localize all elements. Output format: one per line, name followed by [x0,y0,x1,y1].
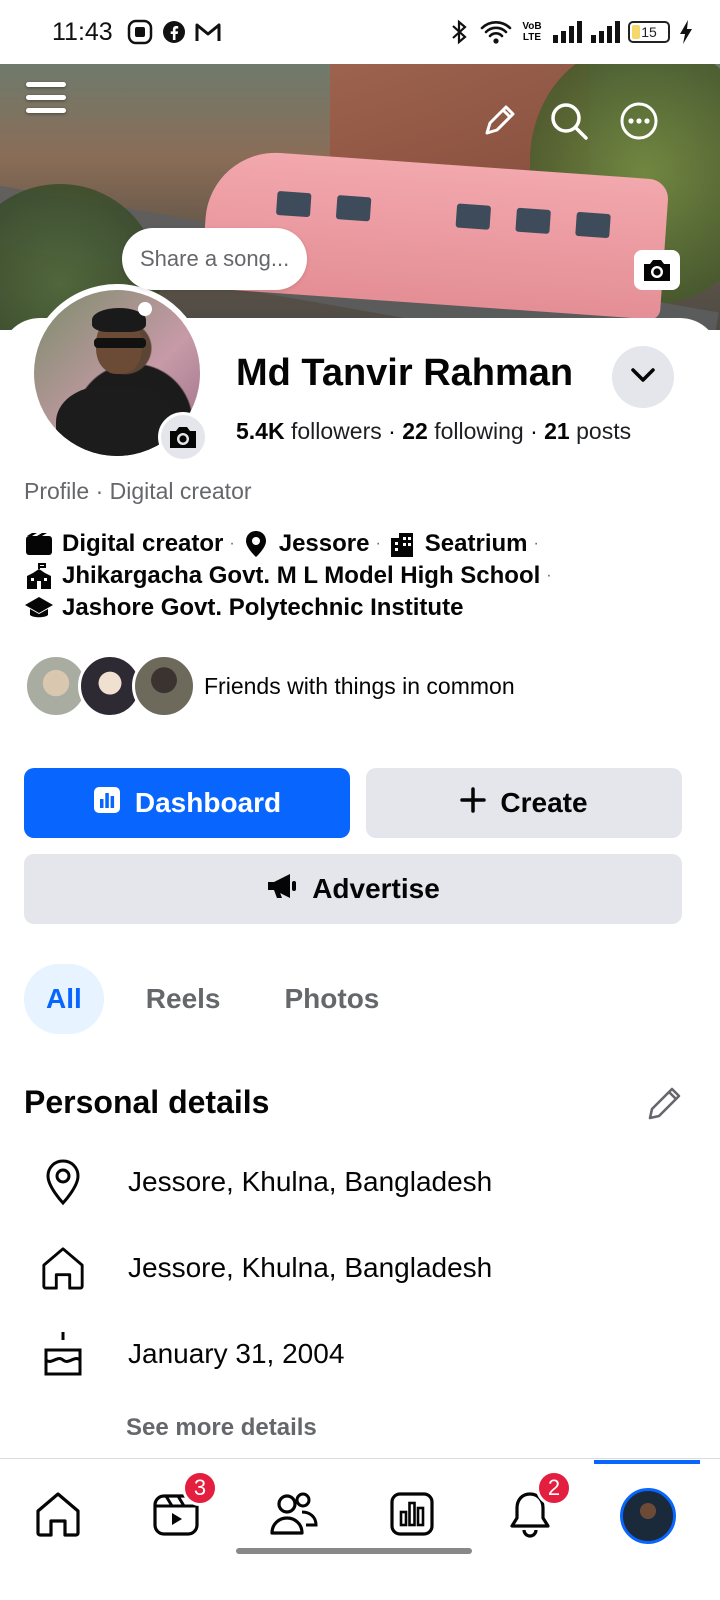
gesture-home-indicator [236,1548,472,1554]
detail-current-city: Jessore, Khulna, Bangladesh [40,1158,492,1206]
school-icon [24,561,54,591]
intro-category: Digital creator [24,528,223,560]
detail-hometown: Jessore, Khulna, Bangladesh [40,1244,492,1292]
menu-icon[interactable] [26,82,70,122]
dashboard-icon [389,1491,435,1542]
profile-options-button[interactable] [612,346,674,408]
intro-section: Digital creator · Jessore · Seatrium · J… [24,528,704,624]
personal-details-title: Personal details [24,1084,270,1120]
advertise-label: Advertise [312,873,440,904]
birthday-cake-icon [40,1330,86,1378]
tab-reels[interactable]: Reels [124,964,243,1034]
dashboard-icon [93,786,121,821]
bluetooth-icon [446,19,472,45]
posts-count: 21 [544,418,570,444]
search-icon[interactable] [544,96,594,146]
profile-avatar [620,1488,676,1544]
profile-stats: 5.4K followers · 22 following · 21 posts [236,418,631,445]
mutual-friends-text: Friends with things in common [204,672,515,699]
megaphone-icon [266,872,298,907]
intro-school: Jhikargacha Govt. M L Model High School [24,560,540,592]
signal-icon [590,19,620,45]
dashboard-button[interactable]: Dashboard [24,768,350,838]
status-notification-icons [127,19,221,45]
facebook-icon [161,19,187,45]
friend-avatar [132,654,196,718]
volte-icon: VoB LTE [522,21,542,43]
intro-location: Jessore [241,528,369,560]
plus-icon [460,786,487,820]
create-button[interactable]: Create [366,768,682,838]
friends-icon [269,1491,319,1542]
chevron-down-icon [630,367,656,388]
nav-video[interactable]: 3 [146,1470,218,1546]
profile-name: Md Tanvir Rahman [236,352,574,394]
profile-subtitle: Profile · Digital creator [24,478,252,504]
nav-notifications[interactable]: 2 [500,1470,572,1546]
battery-indicator: 15 [628,21,670,43]
advertise-button[interactable]: Advertise [24,854,682,924]
gmail-icon [195,19,221,45]
location-pin-icon [241,529,271,559]
stats-separator: · [530,418,545,444]
location-pin-icon [40,1158,86,1206]
stats-separator: · [388,418,403,444]
briefcase-building-icon [387,529,417,559]
pencil-icon[interactable] [474,96,524,146]
nav-friends[interactable] [264,1486,324,1546]
followers-count[interactable]: 5.4K [236,418,285,444]
video-badge: 3 [182,1470,218,1506]
nav-home[interactable] [28,1486,88,1546]
bottom-navigation [0,1458,720,1600]
create-label: Create [500,787,588,818]
cover-camera-icon[interactable] [634,250,680,290]
mutual-friends[interactable]: Friends with things in common [24,654,515,718]
screen-record-icon [127,19,153,45]
detail-birthday: January 31, 2004 [40,1330,344,1378]
home-icon [40,1244,86,1292]
nav-dashboard[interactable] [382,1486,442,1546]
posts-label: posts [576,418,632,444]
graduation-cap-icon [24,593,54,623]
charging-icon [678,19,694,45]
see-more-details-link[interactable]: See more details [126,1414,317,1442]
bubble-tail [138,302,152,316]
edit-details-pencil-icon[interactable] [644,1084,684,1124]
wifi-icon [480,19,512,45]
clapperboard-icon [24,529,54,559]
followers-label[interactable]: followers [291,418,382,444]
status-system-icons: VoB LTE 15 [446,19,694,45]
intro-work: Seatrium [387,528,528,560]
signal-icon [552,19,582,45]
battery-fill [632,25,640,39]
notifications-badge: 2 [536,1470,572,1506]
status-bar: 11:43 VoB LTE 15 [0,0,720,64]
status-time: 11:43 [52,17,113,46]
intro-college: Jashore Govt. Polytechnic Institute [24,592,463,624]
home-icon [34,1491,82,1542]
share-song-bubble[interactable]: Share a song... [122,228,308,290]
following-count[interactable]: 22 [402,418,428,444]
following-label[interactable]: following [434,418,524,444]
avatar-camera-icon[interactable] [158,412,208,462]
tab-photos[interactable]: Photos [263,964,402,1034]
battery-level: 15 [641,24,657,40]
dashboard-label: Dashboard [134,787,282,818]
content-tabs: All Reels Photos [24,964,401,1034]
tab-all[interactable]: All [24,964,104,1034]
more-icon[interactable] [614,96,664,146]
nav-profile[interactable] [618,1486,678,1546]
nav-active-indicator [594,1460,700,1464]
